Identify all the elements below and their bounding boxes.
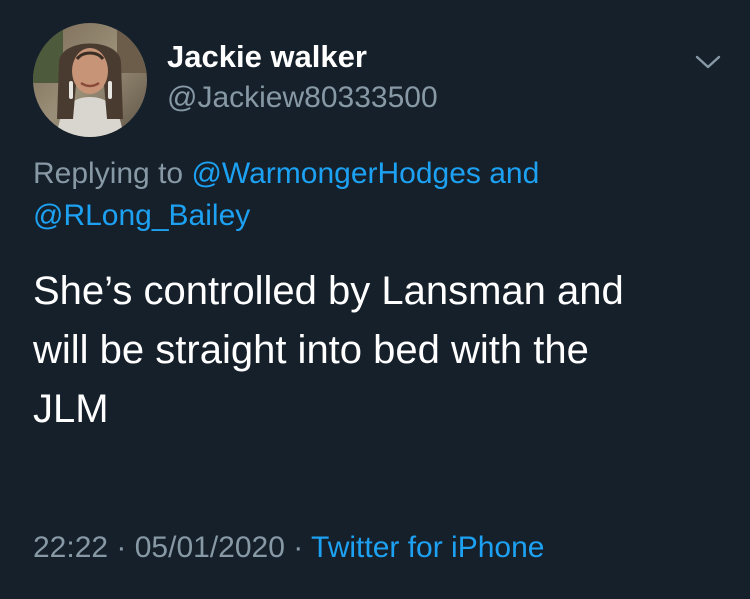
meta-separator: · bbox=[108, 531, 135, 564]
tweet-text-line: will be straight into bed with the bbox=[33, 328, 589, 372]
tweet-text: She’s controlled by Lansman and will be … bbox=[33, 262, 723, 439]
mention-link-rlong-bailey[interactable]: @RLong_Bailey bbox=[33, 199, 250, 232]
tweet-text-line: JLM bbox=[33, 387, 109, 431]
tweet-meta: 22:22 · 05/01/2020 · Twitter for iPhone bbox=[33, 528, 544, 568]
tweet-source-link[interactable]: Twitter for iPhone bbox=[311, 531, 544, 564]
tweet-time[interactable]: 22:22 bbox=[33, 531, 108, 564]
replying-to-conjunction[interactable]: and bbox=[481, 157, 539, 190]
author-handle[interactable]: @Jackiew80333500 bbox=[167, 80, 438, 116]
author-display-name[interactable]: Jackie walker bbox=[167, 39, 367, 75]
avatar[interactable] bbox=[33, 23, 147, 137]
tweet-text-line: She’s controlled by Lansman and bbox=[33, 269, 624, 313]
replying-to-label: Replying to bbox=[33, 157, 192, 190]
mention-link-warmongerhodges[interactable]: @WarmongerHodges bbox=[191, 157, 480, 190]
tweet-date[interactable]: 05/01/2020 bbox=[135, 531, 285, 564]
profile-photo-icon bbox=[33, 23, 147, 137]
chevron-down-icon[interactable] bbox=[692, 50, 724, 74]
tweet-card: Jackie walker @Jackiew80333500 Replying … bbox=[0, 0, 750, 599]
meta-separator: · bbox=[284, 531, 312, 564]
replying-to: Replying to @WarmongerHodges and @RLong_… bbox=[33, 153, 723, 237]
